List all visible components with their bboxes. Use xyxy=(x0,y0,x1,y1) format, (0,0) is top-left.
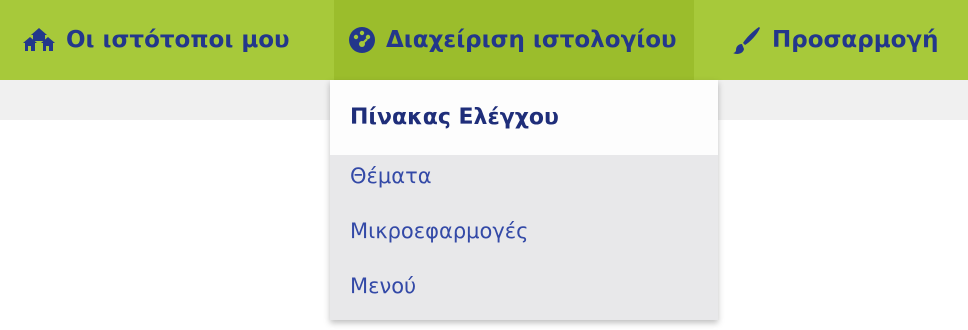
my-sites-label: Οι ιστότοποι μου xyxy=(66,27,290,53)
menu-item-dashboard[interactable]: Πίνακας Ελέγχου xyxy=(330,80,718,155)
blog-admin-dropdown: Πίνακας Ελέγχου Θέματα Μικροεφαρμογές Με… xyxy=(330,80,718,320)
blog-admin-label: Διαχείριση ιστολογίου xyxy=(386,27,677,53)
menu-item-menus[interactable]: Μενού xyxy=(330,260,718,312)
paintbrush-icon xyxy=(732,25,762,55)
sites-icon xyxy=(22,27,56,53)
menu-item-label: Θέματα xyxy=(350,164,432,188)
menu-item-themes[interactable]: Θέματα xyxy=(330,150,718,202)
customize-label: Προσαρμογή xyxy=(772,27,939,53)
my-sites-menu[interactable]: Οι ιστότοποι μου xyxy=(22,0,290,80)
blog-admin-menu[interactable]: Διαχείριση ιστολογίου xyxy=(334,0,694,80)
menu-item-label: Μικροεφαρμογές xyxy=(350,219,529,243)
dashboard-icon xyxy=(348,26,376,54)
menu-item-label: Πίνακας Ελέγχου xyxy=(350,105,559,130)
menu-item-widgets[interactable]: Μικροεφαρμογές xyxy=(330,205,718,257)
admin-bar: Οι ιστότοποι μου Διαχείριση ιστολογίου Π… xyxy=(0,0,968,80)
menu-item-label: Μενού xyxy=(350,274,417,298)
customize-menu[interactable]: Προσαρμογή xyxy=(732,0,938,80)
